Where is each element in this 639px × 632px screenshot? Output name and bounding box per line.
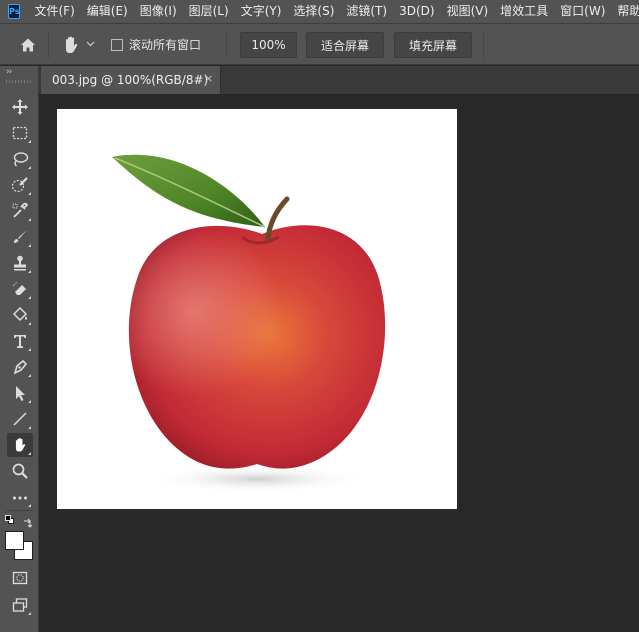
zoom-100-button[interactable]: 100%: [240, 32, 297, 58]
scroll-all-windows-checkbox[interactable]: [111, 39, 123, 51]
move-tool-icon[interactable]: [7, 95, 33, 119]
marquee-tool-icon[interactable]: [7, 121, 33, 145]
scroll-all-windows-label: 滚动所有窗口: [129, 38, 202, 52]
options-separator: [48, 32, 49, 58]
zoom-tool-icon[interactable]: [7, 459, 33, 483]
quick-mask-icon[interactable]: [7, 566, 33, 590]
options-separator: [483, 32, 484, 58]
paint-bucket-tool-icon[interactable]: [7, 303, 33, 327]
menu-file[interactable]: 文件(F): [28, 0, 80, 23]
menu-filter[interactable]: 滤镜(T): [340, 0, 393, 23]
stamp-tool-icon[interactable]: [7, 251, 33, 275]
brush-tool-icon[interactable]: [7, 225, 33, 249]
canvas-area[interactable]: [39, 94, 639, 632]
document-canvas[interactable]: [57, 109, 457, 509]
close-icon[interactable]: ×: [204, 72, 213, 85]
lasso-tool-icon[interactable]: [7, 147, 33, 171]
screen-mode-icon[interactable]: [7, 593, 33, 617]
pen-tool-icon[interactable]: [7, 355, 33, 379]
collapse-panel-icon[interactable]: ››: [6, 67, 12, 77]
foreground-color-swatch[interactable]: [5, 531, 24, 550]
tools-divider: [6, 510, 33, 511]
more-tools-icon[interactable]: [7, 485, 33, 509]
path-selection-tool-icon[interactable]: [7, 381, 33, 405]
tools-panel: ››: [0, 66, 39, 632]
document-tab-bar: 003.jpg @ 100%(RGB/8#) ×: [39, 66, 639, 94]
apple-image: [112, 154, 386, 493]
options-bar: 滚动所有窗口 100% 适合屏幕 填充屏幕: [0, 23, 639, 65]
type-tool-icon[interactable]: [7, 329, 33, 353]
hand-tool-icon[interactable]: [7, 433, 33, 457]
menu-plugins[interactable]: 增效工具: [494, 0, 554, 23]
eraser-tool-icon[interactable]: [7, 277, 33, 301]
hand-icon[interactable]: [60, 34, 82, 56]
menu-image[interactable]: 图像(I): [134, 0, 183, 23]
photoshop-logo: Ps: [8, 4, 21, 19]
options-separator: [226, 32, 227, 58]
fill-screen-button[interactable]: 填充屏幕: [394, 32, 472, 58]
panel-grip[interactable]: [6, 80, 33, 83]
menu-3d[interactable]: 3D(D): [393, 0, 440, 23]
chevron-down-icon[interactable]: [86, 39, 95, 51]
menu-edit[interactable]: 编辑(E): [81, 0, 134, 23]
document-tab[interactable]: 003.jpg @ 100%(RGB/8#) ×: [41, 66, 221, 94]
quick-selection-tool-icon[interactable]: [7, 173, 33, 197]
menu-select[interactable]: 选择(S): [287, 0, 340, 23]
menu-window[interactable]: 窗口(W): [554, 0, 611, 23]
menu-view[interactable]: 视图(V): [441, 0, 495, 23]
line-tool-icon[interactable]: [7, 407, 33, 431]
menu-type[interactable]: 文字(Y): [235, 0, 288, 23]
menu-bar: Ps 文件(F) 编辑(E) 图像(I) 图层(L) 文字(Y) 选择(S) 滤…: [0, 0, 639, 23]
swap-colors-icon[interactable]: [22, 514, 33, 528]
fit-screen-button[interactable]: 适合屏幕: [306, 32, 384, 58]
eyedropper-tool-icon[interactable]: [7, 199, 33, 223]
menu-layer[interactable]: 图层(L): [183, 0, 235, 23]
document-tab-title: 003.jpg @ 100%(RGB/8#): [52, 73, 209, 87]
home-icon[interactable]: [18, 35, 38, 55]
default-colors-icon[interactable]: [5, 515, 15, 525]
menu-help[interactable]: 帮助(H): [611, 0, 639, 23]
